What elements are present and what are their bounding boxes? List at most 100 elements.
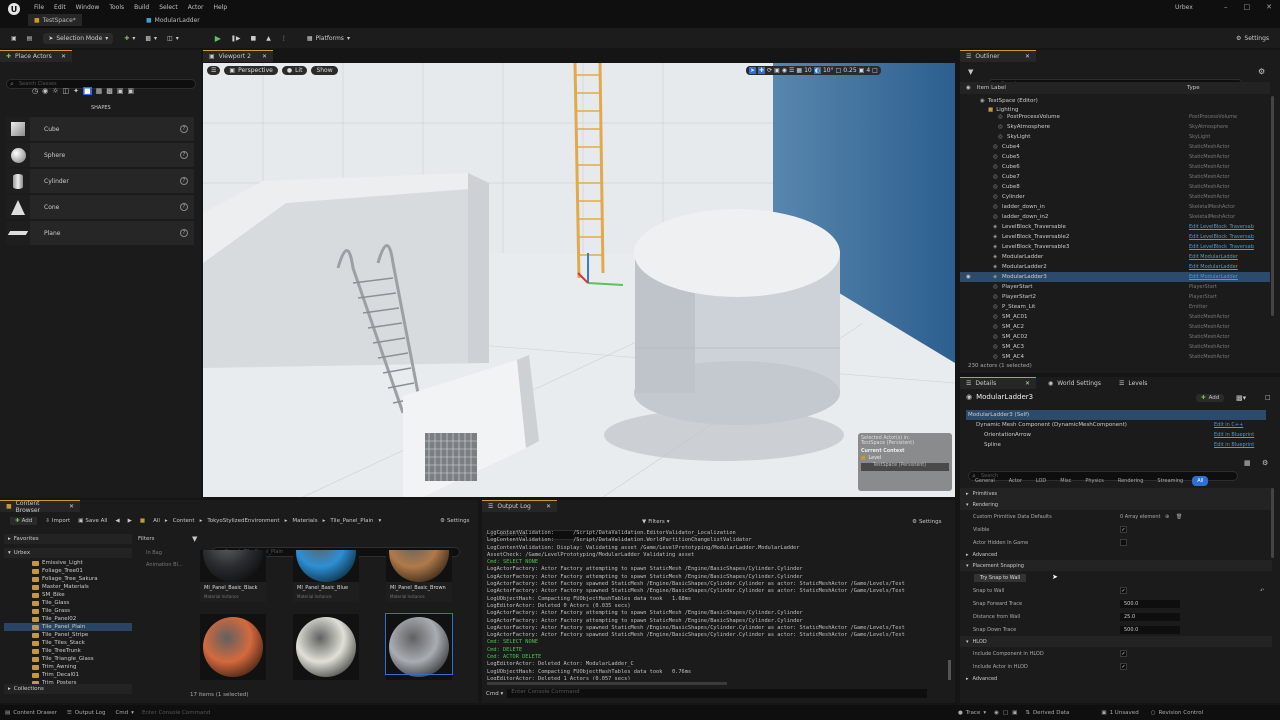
platforms-button[interactable]: ▦ Platforms ▾ <box>302 33 355 44</box>
outliner-row[interactable]: ◈ ModularLadder Edit ModularLadder <box>960 252 1270 262</box>
chevron-down-icon[interactable]: ▾ <box>379 518 382 524</box>
outliner-scrollbar[interactable] <box>1271 96 1274 316</box>
status-console-input[interactable]: Enter Console Command <box>142 710 222 716</box>
filter-tab[interactable]: Physics <box>1080 476 1109 486</box>
minimize-icon[interactable]: – <box>1224 3 1228 11</box>
list-item-cube[interactable]: Cube ? <box>6 117 194 141</box>
folder-item[interactable]: Trim_Decal01 <box>4 671 132 679</box>
outliner-row[interactable]: ◎ ladder_down_in2 SkeletalMeshActor <box>960 212 1270 222</box>
asset-tile[interactable] <box>293 614 359 680</box>
asset-tile[interactable]: MI_Panel_Basic_Black Material Instance <box>200 550 266 602</box>
component-row[interactable]: ModularLadder3 (Self) <box>966 410 1266 420</box>
details-settings-icon[interactable]: ⚙ <box>1262 459 1268 467</box>
hidden-checkbox[interactable] <box>1120 539 1127 546</box>
collections-header[interactable]: ▸ Collections <box>4 684 132 694</box>
visual-effects-icon[interactable]: ✦ <box>73 87 79 95</box>
folder-item[interactable]: Tile_Panel02 <box>4 615 132 623</box>
settings-button[interactable]: ⚙ Settings <box>1231 33 1274 44</box>
breadcrumb-tokyo[interactable]: TokyoStylizedEnvironment <box>207 518 279 524</box>
actor-name[interactable]: ModularLadder3 <box>976 393 1033 401</box>
asset-tile[interactable]: MI_Panel_Basic_Brown Material Instance <box>386 550 452 602</box>
close-icon[interactable]: ✕ <box>1266 3 1272 11</box>
outliner-row[interactable]: ◎ Cube4 StaticMeshActor <box>960 142 1270 152</box>
basic-icon[interactable]: ◉ <box>42 87 48 95</box>
level-viewport[interactable]: ☰ ▣ Perspective ● Lit Show ➤ ✚ ⟳ ▣ ◉ ☰ ▦ 1… <box>203 63 955 497</box>
cinematics-button[interactable]: ◫ ▾ <box>162 33 184 44</box>
save-all-button[interactable]: ▣ Save All <box>78 518 107 524</box>
menu-build[interactable]: Build <box>134 4 149 11</box>
back-icon[interactable]: ◀ <box>115 518 119 524</box>
maximize-viewport-icon[interactable]: □ <box>872 67 878 74</box>
maximize-icon[interactable]: □ <box>1244 3 1251 11</box>
content-button[interactable]: ▤ <box>22 33 38 44</box>
outliner-row[interactable]: ◎ SM_AC4 StaticMeshActor <box>960 352 1270 362</box>
folder-item[interactable]: Foliage_Tree_Sakura <box>4 575 132 583</box>
folder-item[interactable]: Tile_Grass <box>4 607 132 615</box>
outliner-settings-icon[interactable]: ⚙ <box>1258 67 1265 76</box>
show-button[interactable]: Show <box>311 66 338 75</box>
grid-view-icon[interactable]: ▦ <box>1244 459 1251 467</box>
viewport-scene[interactable] <box>203 63 955 497</box>
derived-data-button[interactable]: ⇅ Derived Data <box>1025 710 1069 716</box>
rotation-snap-icon[interactable]: ◐ <box>813 67 821 74</box>
menu-select[interactable]: Select <box>159 4 178 11</box>
section-hlod[interactable]: ▾ HLOD <box>960 636 1272 647</box>
breadcrumb-content[interactable]: Content <box>173 518 195 524</box>
tab-project[interactable]: ■ TestSpace* <box>28 14 82 26</box>
scale-snap-icon[interactable]: □ <box>836 67 842 74</box>
outliner-row[interactable]: ◎ P_Steam_Lit Emitter <box>960 302 1270 312</box>
include-actor-checkbox[interactable]: ✓ <box>1120 663 1127 670</box>
content-drawer-button[interactable]: ▤ Content Drawer <box>5 710 57 716</box>
menu-help[interactable]: Help <box>214 4 228 11</box>
try-snap-button[interactable]: Try Snap to Wall <box>974 573 1027 582</box>
folder-item[interactable]: Tile_Triangle_Glass <box>4 655 132 663</box>
component-edit-link[interactable]: Edit in Blueprint <box>1214 432 1254 438</box>
level-dropdown[interactable]: TestSpace (Persistent) <box>861 463 949 471</box>
tab-details[interactable]: ☰ Details ✕ <box>960 377 1036 389</box>
outliner-row[interactable]: ◎ Cylinder StaticMeshActor <box>960 192 1270 202</box>
lock-icon[interactable]: □ <box>1265 394 1271 401</box>
import-button[interactable]: ⇩ Import <box>45 518 70 524</box>
filter-item[interactable]: In Bag <box>138 550 184 556</box>
outliner-row[interactable]: ◈ ModularLadder2 Edit ModularLadder <box>960 262 1270 272</box>
sources-toggle-icon[interactable]: ▼ <box>192 535 197 543</box>
unsaved-button[interactable]: ▣ 1 Unsaved <box>1101 710 1138 716</box>
trash-icon[interactable]: 🗑 <box>1176 514 1182 520</box>
filters-header[interactable]: Filters <box>138 534 184 544</box>
perspective-button[interactable]: ▣ Perspective <box>224 66 278 75</box>
outliner-row-type[interactable]: Edit ModularLadder <box>1189 264 1238 270</box>
close-icon[interactable]: ✕ <box>546 503 551 510</box>
outliner-row[interactable]: ◎ SkyAtmosphere SkyAtmosphere <box>960 122 1270 132</box>
close-icon[interactable]: ✕ <box>1025 53 1030 60</box>
menu-tools[interactable]: Tools <box>109 4 124 11</box>
content-settings-button[interactable]: ⚙ Settings <box>440 518 470 524</box>
outliner-row[interactable]: ◉ ◈ ModularLadder3 Edit ModularLadder <box>960 272 1270 282</box>
camera-speed-value[interactable]: 4 <box>866 67 870 74</box>
outliner-row[interactable]: ◈ LevelBlock_Traversable2 Edit LevelBlock_… <box>960 232 1270 242</box>
log-filters-button[interactable]: ▼ Filters ▾ <box>642 519 670 525</box>
recent-icon[interactable]: ◷ <box>32 87 38 95</box>
blueprint-options-icon[interactable]: ▩▾ <box>1236 394 1246 402</box>
camera-speed-icon[interactable]: ▣ <box>859 67 865 74</box>
lit-button[interactable]: ● Lit <box>281 66 308 75</box>
filter-tab[interactable]: LOD <box>1031 476 1051 486</box>
snapshot-icon[interactable]: □ <box>1003 710 1008 716</box>
log-h-scrollbar[interactable] <box>487 682 727 685</box>
eject-button[interactable]: ▲ <box>261 33 276 44</box>
play-button[interactable]: ▶ <box>210 32 226 45</box>
menu-file[interactable]: File <box>34 4 44 11</box>
distance-wall-input[interactable]: 25.0 <box>1120 612 1180 621</box>
close-icon[interactable]: ✕ <box>69 503 74 510</box>
cmd-button[interactable]: Cmd ▾ <box>115 710 133 716</box>
outliner-row[interactable]: ◎ SM_AC3 StaticMeshActor <box>960 342 1270 352</box>
folder-item[interactable]: Tile_TreeTrunk <box>4 647 132 655</box>
rotate-icon[interactable]: ⟳ <box>767 67 772 74</box>
help-icon[interactable]: ? <box>180 151 188 159</box>
help-icon[interactable]: ? <box>180 125 188 133</box>
section-advanced[interactable]: ▸ Advanced <box>960 549 1272 560</box>
reset-icon[interactable]: ↶ <box>1260 588 1264 594</box>
snap-wall-checkbox[interactable]: ✓ <box>1120 587 1127 594</box>
output-log-button[interactable]: ☰ Output Log <box>67 710 106 716</box>
filter-tab[interactable]: Misc <box>1055 476 1076 486</box>
trace-button[interactable]: ● Trace ▾ <box>958 710 986 716</box>
